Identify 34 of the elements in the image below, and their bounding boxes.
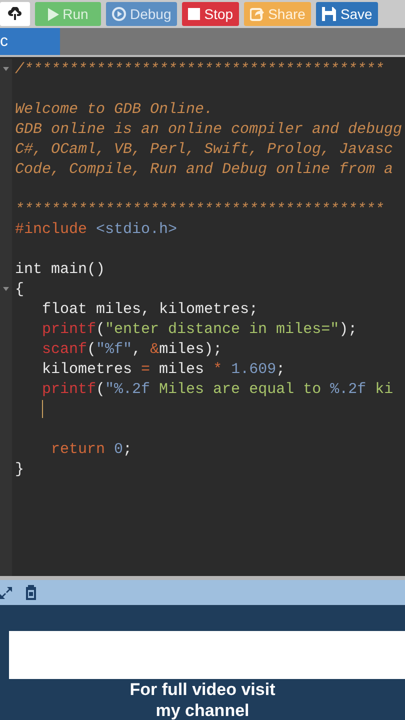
code-line: C#, OCaml, VB, Perl, Swift, Prolog, Javasc (15, 140, 394, 158)
file-tab[interactable]: c (0, 28, 60, 55)
code-line: kilometres = miles * 1.609; (41, 360, 286, 378)
code-line: } (15, 460, 24, 478)
circled-play-icon (112, 7, 126, 21)
fold-arrow-icon[interactable] (3, 67, 9, 71)
code-line: return 0; (50, 440, 132, 458)
toolbar-button[interactable]: Debug (106, 2, 178, 26)
code-line: Welcome to GDB Online. (15, 100, 214, 118)
stop-icon (188, 8, 200, 20)
share-icon (250, 7, 264, 21)
play-icon (48, 8, 59, 20)
toolbar-button[interactable]: Stop (182, 2, 240, 26)
code-line: { (15, 280, 24, 298)
code-editor[interactable] (0, 57, 405, 576)
floppy-icon (322, 7, 336, 21)
code-line: GDB online is an online compiler and debugg (15, 120, 402, 138)
code-line: /**************************************** (15, 60, 384, 78)
text-cursor (42, 400, 43, 418)
toolbar-button[interactable]: Save (316, 2, 378, 26)
code-line: float miles, kilometres; (41, 300, 258, 318)
code-line: scanf("%f", &miles); (41, 340, 222, 358)
clipboard-icon[interactable] (24, 585, 38, 600)
code-line: printf("enter distance in miles="); (41, 320, 358, 338)
code-line: int main() (15, 260, 106, 278)
code-line: printf("%.2f Miles are equal to %.2f ki (41, 380, 394, 398)
expand-icon[interactable] (0, 586, 12, 598)
upload-button[interactable] (0, 2, 30, 26)
code-line: #include <stdio.h> (15, 220, 178, 238)
code-line: ***************************************** (15, 200, 384, 218)
fold-arrow-icon[interactable] (3, 287, 9, 291)
cloud-upload-icon (7, 7, 23, 21)
code-line: Code, Compile, Run and Debug online from a (15, 160, 394, 178)
video-caption: For full video visit my channel (128, 679, 276, 720)
